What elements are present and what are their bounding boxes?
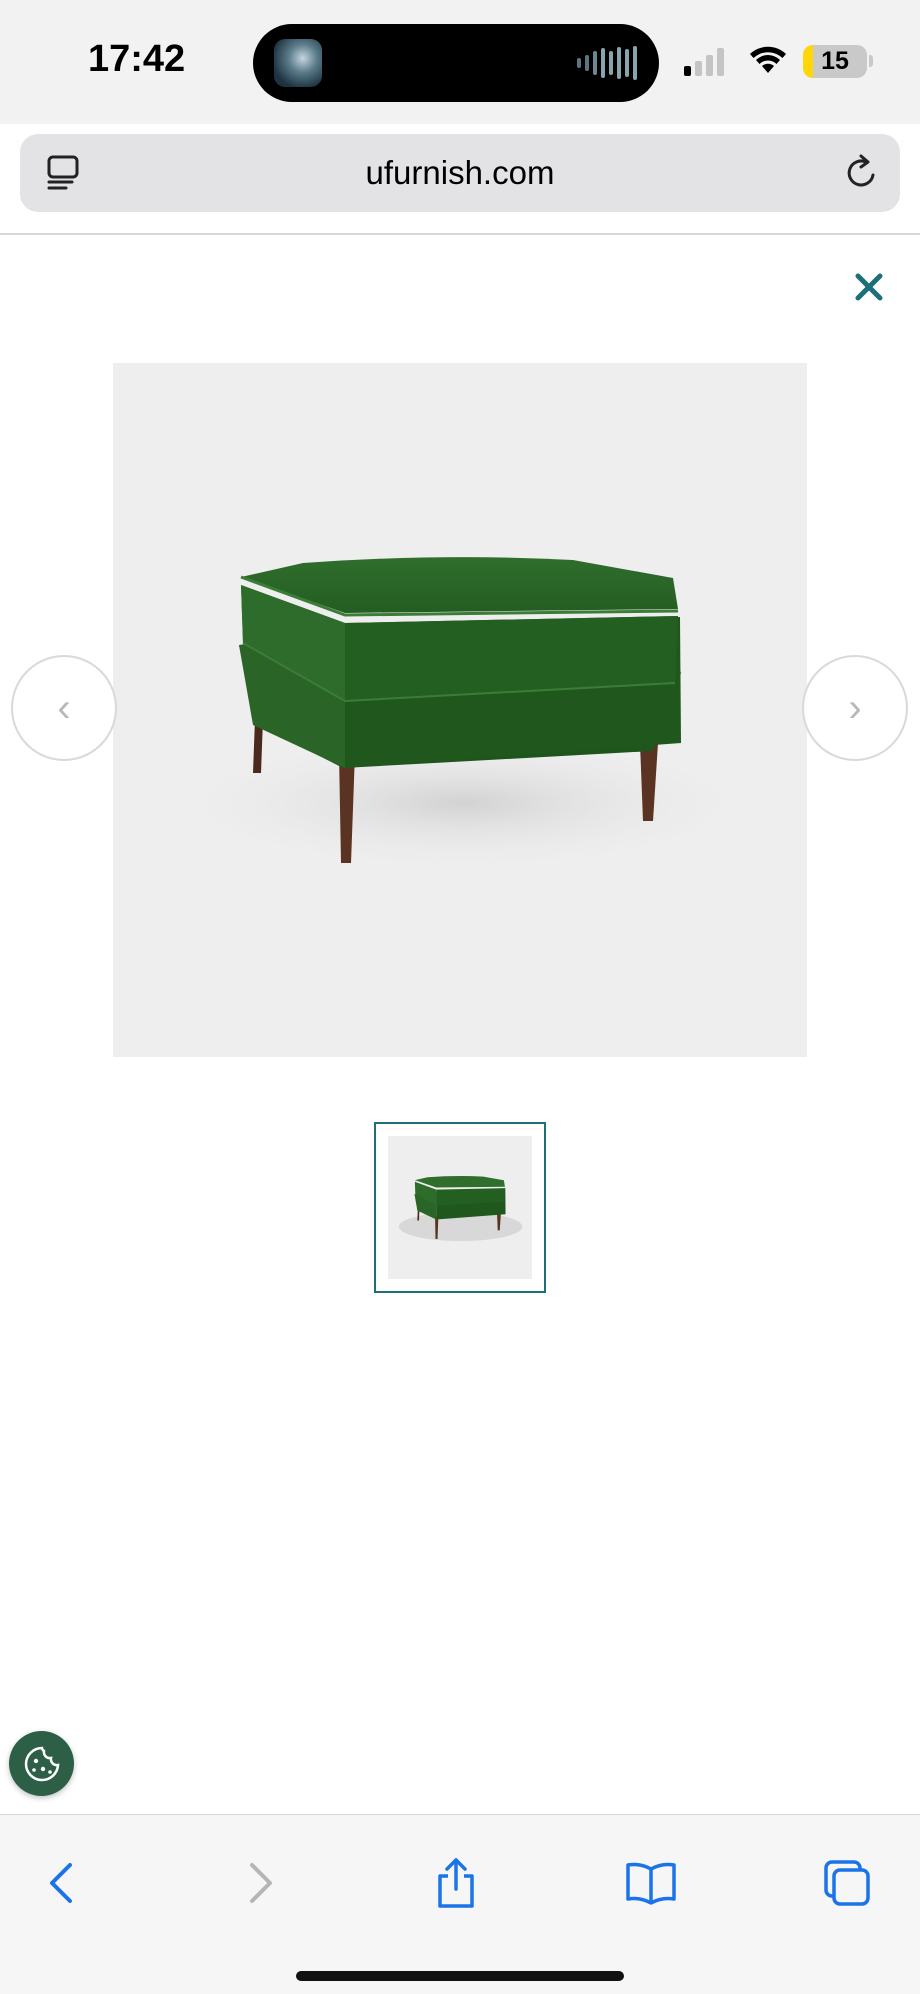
product-main-image[interactable] xyxy=(113,363,807,1057)
now-playing-artwork xyxy=(274,39,322,87)
home-indicator xyxy=(296,1971,624,1981)
forward-button[interactable] xyxy=(231,1853,291,1913)
browser-toolbar xyxy=(0,1814,920,1994)
next-image-button[interactable]: › xyxy=(802,655,908,761)
book-icon[interactable] xyxy=(624,1861,678,1905)
dynamic-island xyxy=(253,24,659,102)
back-button[interactable] xyxy=(31,1853,91,1913)
chevron-left-icon[interactable]: ‹ xyxy=(57,686,70,731)
tabs-button[interactable] xyxy=(817,1853,877,1913)
chevron-right-icon[interactable]: › xyxy=(848,686,861,731)
cookie-settings-button[interactable] xyxy=(9,1731,74,1796)
address-bar[interactable]: ufurnish.com xyxy=(20,134,900,212)
thumbnail-image[interactable] xyxy=(388,1136,532,1279)
close-icon[interactable] xyxy=(854,272,884,302)
battery-level: 15 xyxy=(821,47,849,75)
battery-nub xyxy=(869,55,873,67)
status-time: 17:42 xyxy=(88,38,186,80)
thumbnail-selected[interactable] xyxy=(374,1122,546,1293)
status-bar: 17:42 15 xyxy=(0,0,920,124)
close-button[interactable] xyxy=(848,266,890,308)
audio-waveform-icon xyxy=(577,46,637,80)
share-button[interactable] xyxy=(426,1853,486,1913)
bookmarks-button[interactable] xyxy=(621,1853,681,1913)
battery-icon: 15 xyxy=(803,45,867,78)
reload-icon[interactable] xyxy=(842,154,880,192)
url-text[interactable]: ufurnish.com xyxy=(20,154,900,192)
previous-image-button[interactable]: ‹ xyxy=(11,655,117,761)
tabs-icon[interactable] xyxy=(822,1858,872,1908)
cellular-signal-icon xyxy=(684,48,724,76)
cookie-icon[interactable] xyxy=(22,1744,62,1784)
wifi-icon xyxy=(750,46,786,73)
share-icon[interactable] xyxy=(434,1856,478,1910)
chevron-left-icon[interactable] xyxy=(46,1861,76,1905)
ottoman-thumbnail-illustration xyxy=(398,1175,523,1242)
ottoman-illustration xyxy=(163,557,763,873)
header-divider xyxy=(0,233,920,235)
chevron-right-icon[interactable] xyxy=(246,1861,276,1905)
